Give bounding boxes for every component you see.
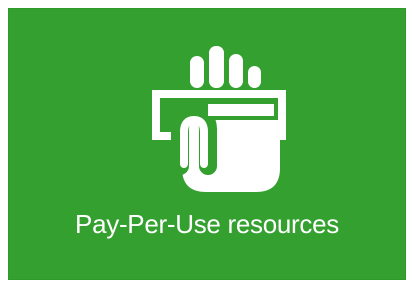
pay-per-use-resources-tile[interactable]: Pay-Per-Use resources xyxy=(8,8,406,280)
tile-label: Pay-Per-Use resources xyxy=(75,209,339,239)
hand-card-icon xyxy=(148,40,288,200)
